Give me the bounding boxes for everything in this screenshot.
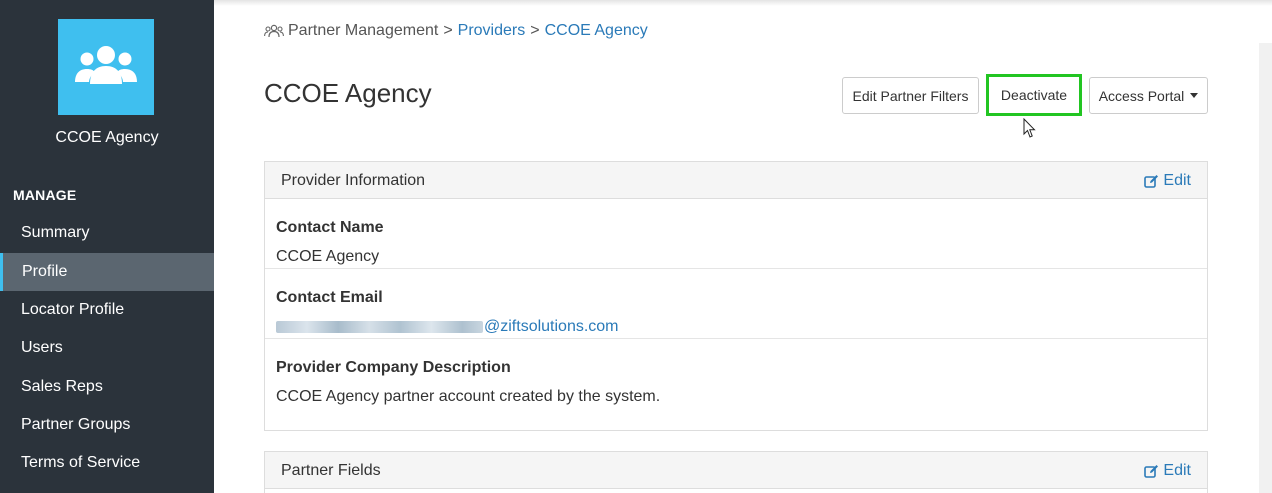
breadcrumb-providers-link[interactable]: Providers [458, 22, 526, 40]
edit-label: Edit [1163, 172, 1191, 189]
edit-partner-filters-label: Edit Partner Filters [852, 87, 969, 104]
breadcrumb-separator: > [530, 22, 540, 39]
vertical-scrollbar[interactable] [1259, 43, 1272, 493]
breadcrumb-root: Partner Management [288, 22, 439, 39]
deactivate-button[interactable]: Deactivate [986, 74, 1082, 116]
org-name: CCOE Agency [55, 129, 159, 146]
deactivate-label: Deactivate [1000, 87, 1068, 103]
field-label: Contact Email [276, 289, 383, 306]
sidebar-item-users[interactable]: Users [0, 329, 214, 367]
breadcrumb-separator: > [443, 22, 453, 39]
mouse-cursor-icon [1023, 118, 1036, 138]
field-value: CCOE Agency [276, 248, 380, 265]
sidebar-item-terms-of-service[interactable]: Terms of Service [0, 444, 214, 482]
contact-name-row: Contact Name CCOE Agency [265, 199, 1207, 269]
redacted-email-blur [276, 321, 483, 333]
sidebar-item-locator-profile[interactable]: Locator Profile [0, 291, 214, 329]
manage-section-label: MANAGE [13, 187, 77, 203]
access-portal-label: Access Portal [1098, 87, 1185, 104]
contact-email-link[interactable]: @ziftsolutions.com [276, 318, 619, 336]
partners-icon [264, 24, 284, 38]
sidebar-item-profile[interactable]: Profile [0, 253, 214, 291]
company-description-row: Provider Company Description CCOE Agency… [265, 339, 1207, 409]
field-label: Contact Name [276, 219, 384, 236]
email-domain: @ziftsolutions.com [484, 318, 619, 335]
group-icon [75, 46, 137, 84]
field-value: CCOE Agency partner account created by t… [276, 388, 661, 405]
access-portal-dropdown[interactable]: Access Portal [1089, 77, 1208, 114]
sidebar-item-summary[interactable]: Summary [0, 214, 214, 252]
sidebar-item-partner-groups[interactable]: Partner Groups [0, 406, 214, 444]
top-shadow [214, 0, 1272, 6]
edit-icon [1144, 174, 1159, 188]
edit-label: Edit [1163, 462, 1191, 479]
caret-down-icon [1190, 93, 1199, 98]
panel-heading: Partner Fields Edit [265, 452, 1207, 489]
panel-title: Provider Information [281, 172, 426, 189]
edit-partner-filters-button[interactable]: Edit Partner Filters [842, 77, 979, 114]
sidebar-item-sales-reps[interactable]: Sales Reps [0, 368, 214, 406]
provider-edit-link[interactable]: Edit [1144, 172, 1191, 190]
page-title: CCOE Agency [264, 78, 432, 108]
breadcrumb: Partner Management > Providers > CCOE Ag… [264, 22, 648, 40]
sidebar: CCOE Agency MANAGE Summary Profile Locat… [0, 0, 214, 493]
contact-email-row: Contact Email @ziftsolutions.com [265, 269, 1207, 339]
partner-fields-panel: Partner Fields Edit [264, 451, 1208, 493]
panel-heading: Provider Information Edit [265, 162, 1207, 199]
org-logo [58, 19, 154, 115]
provider-information-panel: Provider Information Edit Contact Name C… [264, 161, 1208, 431]
edit-icon [1144, 464, 1159, 478]
partner-fields-edit-link[interactable]: Edit [1144, 462, 1191, 480]
breadcrumb-current-link[interactable]: CCOE Agency [545, 22, 648, 40]
field-label: Provider Company Description [276, 359, 511, 376]
panel-title: Partner Fields [281, 462, 381, 479]
